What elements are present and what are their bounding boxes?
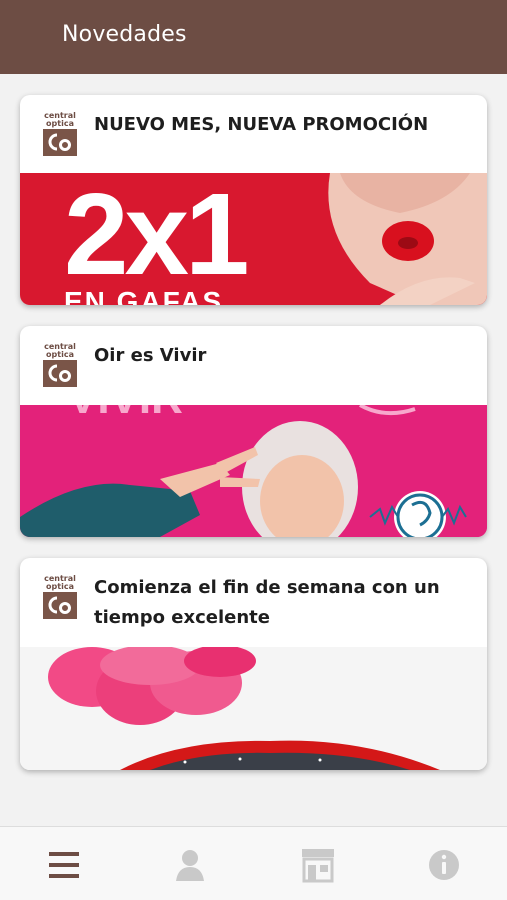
menu-tab[interactable] [45, 845, 85, 885]
central-optica-logo: central optica [43, 343, 77, 387]
menu-icon [49, 852, 79, 878]
woman-peace-sign-illustration: VIVIR [20, 405, 487, 537]
news-card[interactable]: central optica Oir es Vivir VIVIR [20, 326, 487, 537]
card-header: central optica NUEVO MES, NUEVA PROMOCIÓ… [20, 95, 487, 173]
info-tab[interactable] [424, 845, 464, 885]
logo-mark [43, 592, 77, 619]
news-card[interactable]: central optica Comienza el fin de semana… [20, 558, 487, 770]
flower-sunglasses-illustration [20, 647, 487, 770]
bottom-tab-bar [0, 826, 507, 900]
logo-mark [43, 129, 77, 156]
logo-text-optica: optica [46, 350, 74, 359]
promo-image: VIVIR [20, 405, 487, 537]
card-title: NUEVO MES, NUEVA PROMOCIÓN [94, 114, 429, 135]
promo-image: 2x1 EN GAFAS [20, 173, 487, 305]
central-optica-logo: central optica [43, 112, 77, 156]
profile-tab[interactable] [170, 845, 210, 885]
info-icon [429, 850, 459, 880]
store-icon [302, 849, 334, 883]
card-header: central optica Oir es Vivir [20, 326, 487, 405]
vivir-watermark-text: VIVIR [68, 405, 183, 423]
lips-photo-illustration [310, 173, 487, 305]
card-title-line-2: tiempo excelente [94, 607, 270, 628]
logo-text-optica: optica [46, 119, 74, 128]
page-title: Novedades [62, 22, 187, 47]
promo-big-text: 2x1 [64, 173, 250, 299]
promo-sub-text: EN GAFAS [64, 286, 224, 305]
store-tab[interactable] [298, 845, 338, 885]
news-feed[interactable]: central optica NUEVO MES, NUEVA PROMOCIÓ… [0, 74, 507, 826]
central-optica-logo: central optica [43, 575, 77, 619]
logo-text-optica: optica [46, 582, 74, 591]
news-card[interactable]: central optica NUEVO MES, NUEVA PROMOCIÓ… [20, 95, 487, 305]
logo-mark [43, 360, 77, 387]
card-title-line-1: Comienza el fin de semana con un [94, 577, 440, 598]
user-icon [176, 850, 204, 881]
card-header: central optica Comienza el fin de semana… [20, 558, 487, 647]
card-title: Oir es Vivir [94, 345, 207, 366]
app-header: Novedades [0, 0, 507, 74]
promo-image [20, 647, 487, 770]
